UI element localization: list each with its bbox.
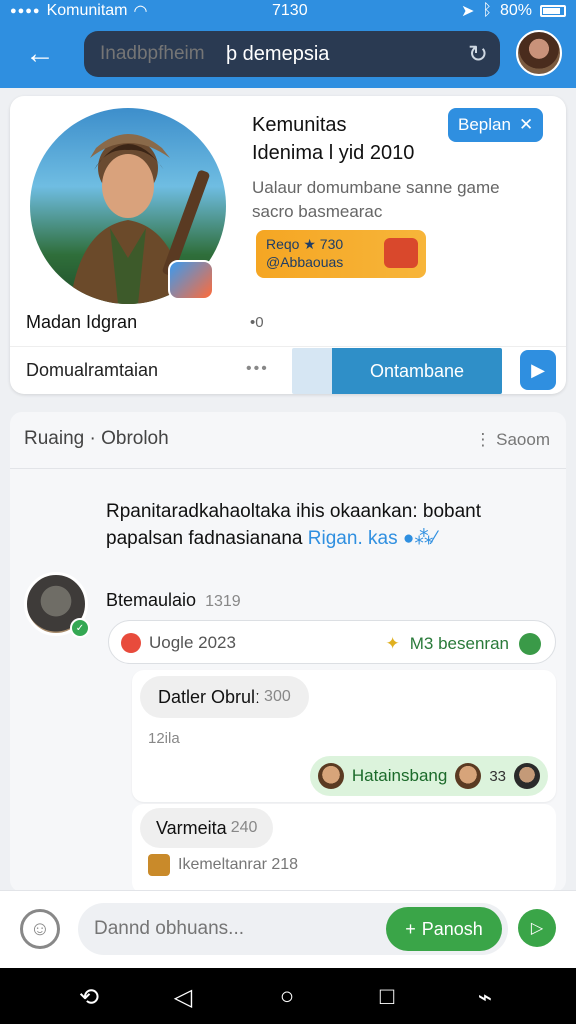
trophy-icon (148, 854, 170, 876)
reaction-right-label: M3 besenran (409, 634, 509, 653)
nav-back-icon[interactable]: ⟲ (74, 982, 104, 1012)
community-subtitle: Idenima l yid 2010 (252, 142, 415, 164)
thread-title-bubble: Varmeita 240 (140, 808, 274, 848)
clock: 7130 (272, 2, 308, 19)
back-arrow-icon: ← (25, 37, 55, 70)
message-time: 1319 (205, 593, 241, 610)
location-icon: ➤ (460, 3, 475, 20)
community-card: Kemunitas Idenima l yid 2010 Beplan ✕ Ua… (10, 96, 566, 394)
game-badge-icon (168, 260, 214, 300)
send-icon: ▷ (530, 920, 544, 937)
message-composer: ☺ + Panosh ▷ (0, 890, 576, 968)
chat-room-title: Ruaing · Obroloh (24, 428, 169, 449)
online-status-icon: ✓ (70, 618, 90, 638)
user-avatar[interactable] (516, 30, 562, 76)
sparkle-icon: ✦ (385, 634, 400, 653)
reaction-left-label: Uogle 2023 (149, 633, 236, 652)
thread-title: Varmeita (156, 817, 227, 838)
nav-triangle-back-icon[interactable]: ◁ (168, 982, 198, 1012)
search-input[interactable] (100, 43, 220, 65)
play-icon: ▶ (531, 359, 545, 380)
thread-card[interactable]: Varmeita 240 Ikemeltanrar 218 (132, 804, 556, 894)
thread-sub: Ikemeltanrar 218 (148, 854, 298, 876)
tag-chip[interactable]: Beplan ✕ (448, 108, 544, 142)
announcement: Rpanitaradkahaoltaka ihis okaankan: boba… (106, 498, 546, 552)
message-author: Btemaulaio 1319 (106, 590, 241, 611)
nav-home-icon[interactable]: ○ (272, 982, 302, 1012)
join-button-label: Ontambane (369, 360, 465, 381)
participants-count: 33 (489, 767, 506, 785)
close-icon[interactable]: ✕ (519, 115, 533, 135)
participants-pill[interactable]: Hatainsbang 33 (309, 756, 548, 796)
nav-assist-icon[interactable]: ⌁ (470, 982, 500, 1012)
reaction-bar[interactable]: Uogle 2023 ✦ M3 besenran (108, 620, 556, 664)
bluetooth-icon: ᛒ (482, 2, 492, 19)
emoji-button[interactable]: ☺ (20, 909, 60, 949)
chat-room-menu[interactable]: ⋮ Saoom (474, 430, 550, 450)
alert-icon (121, 633, 141, 653)
participants-label: Hatainsbang (351, 766, 448, 785)
top-app-bar: ← þ demepsia ↻ (0, 22, 576, 88)
mascot-icon (384, 238, 418, 268)
battery-icon (540, 5, 566, 17)
participant-avatar (455, 763, 482, 789)
emoji-reaction-icon: ●⁂⁄ (402, 528, 437, 549)
signal-icon: ●●●● (10, 5, 41, 17)
chat-divider (10, 468, 566, 469)
check-icon[interactable] (519, 633, 541, 655)
thread-meta: 12ila (148, 730, 180, 747)
card-footer-label: Domualramtaian (26, 360, 159, 380)
back-button[interactable]: ← (20, 36, 60, 72)
thread-sub-label: Ikemeltanrar 218 (178, 856, 299, 873)
wifi-icon: ◠ (133, 3, 148, 20)
owner-name: Madan Idgran (26, 312, 138, 332)
promo-banner[interactable]: Reqo ★ 730 @Abbaouas (256, 230, 426, 278)
thread-title-bubble: Datler Obrulː 300 (140, 676, 309, 718)
plus-icon: + (405, 918, 416, 939)
search-query: þ demepsia (226, 42, 330, 65)
join-button[interactable]: Ontambane (292, 348, 502, 394)
card-divider (10, 346, 566, 347)
post-button-label: Panosh (421, 918, 483, 939)
community-description: Ualaur domumbane sanne game sacro basmea… (252, 178, 500, 221)
thread-count: 300 (264, 688, 291, 705)
play-button[interactable]: ▶ (520, 350, 556, 390)
announcement-link[interactable]: Rigan. kas (308, 528, 398, 549)
community-title: Kemunitas (252, 114, 347, 136)
send-button[interactable]: ▷ (518, 909, 556, 947)
nav-recents-icon[interactable]: □ (372, 982, 402, 1012)
participant-avatar (317, 763, 344, 789)
author-name: Btemaulaio (106, 590, 197, 610)
refresh-icon[interactable]: ↻ (468, 40, 488, 69)
more-options-icon[interactable]: ••• (246, 360, 269, 378)
thread-card[interactable]: Datler Obrulː 300 12ila Hatainsbang 33 (132, 670, 556, 802)
search-box[interactable]: þ demepsia ↻ (84, 31, 500, 77)
system-nav-bar: ⟲ ◁ ○ □ ⌁ (0, 968, 576, 1024)
member-count: •0 (250, 314, 264, 331)
carrier-label: Komunitam (46, 2, 128, 19)
thread-count: 240 (230, 819, 258, 836)
thread-title: Datler Obrulː (158, 686, 261, 707)
participant-avatar (514, 763, 540, 789)
status-bar: ●●●● Komunitam ◠ 7130 ➤ ᛒ 80% (0, 0, 576, 22)
post-button[interactable]: + Panosh (386, 907, 502, 951)
emoji-icon: ☺ (29, 917, 51, 940)
chat-room: Ruaing · Obroloh ⋮ Saoom Rpanitaradkahao… (10, 412, 566, 894)
battery-percent: 80% (499, 2, 532, 19)
tag-label: Beplan (458, 115, 511, 134)
